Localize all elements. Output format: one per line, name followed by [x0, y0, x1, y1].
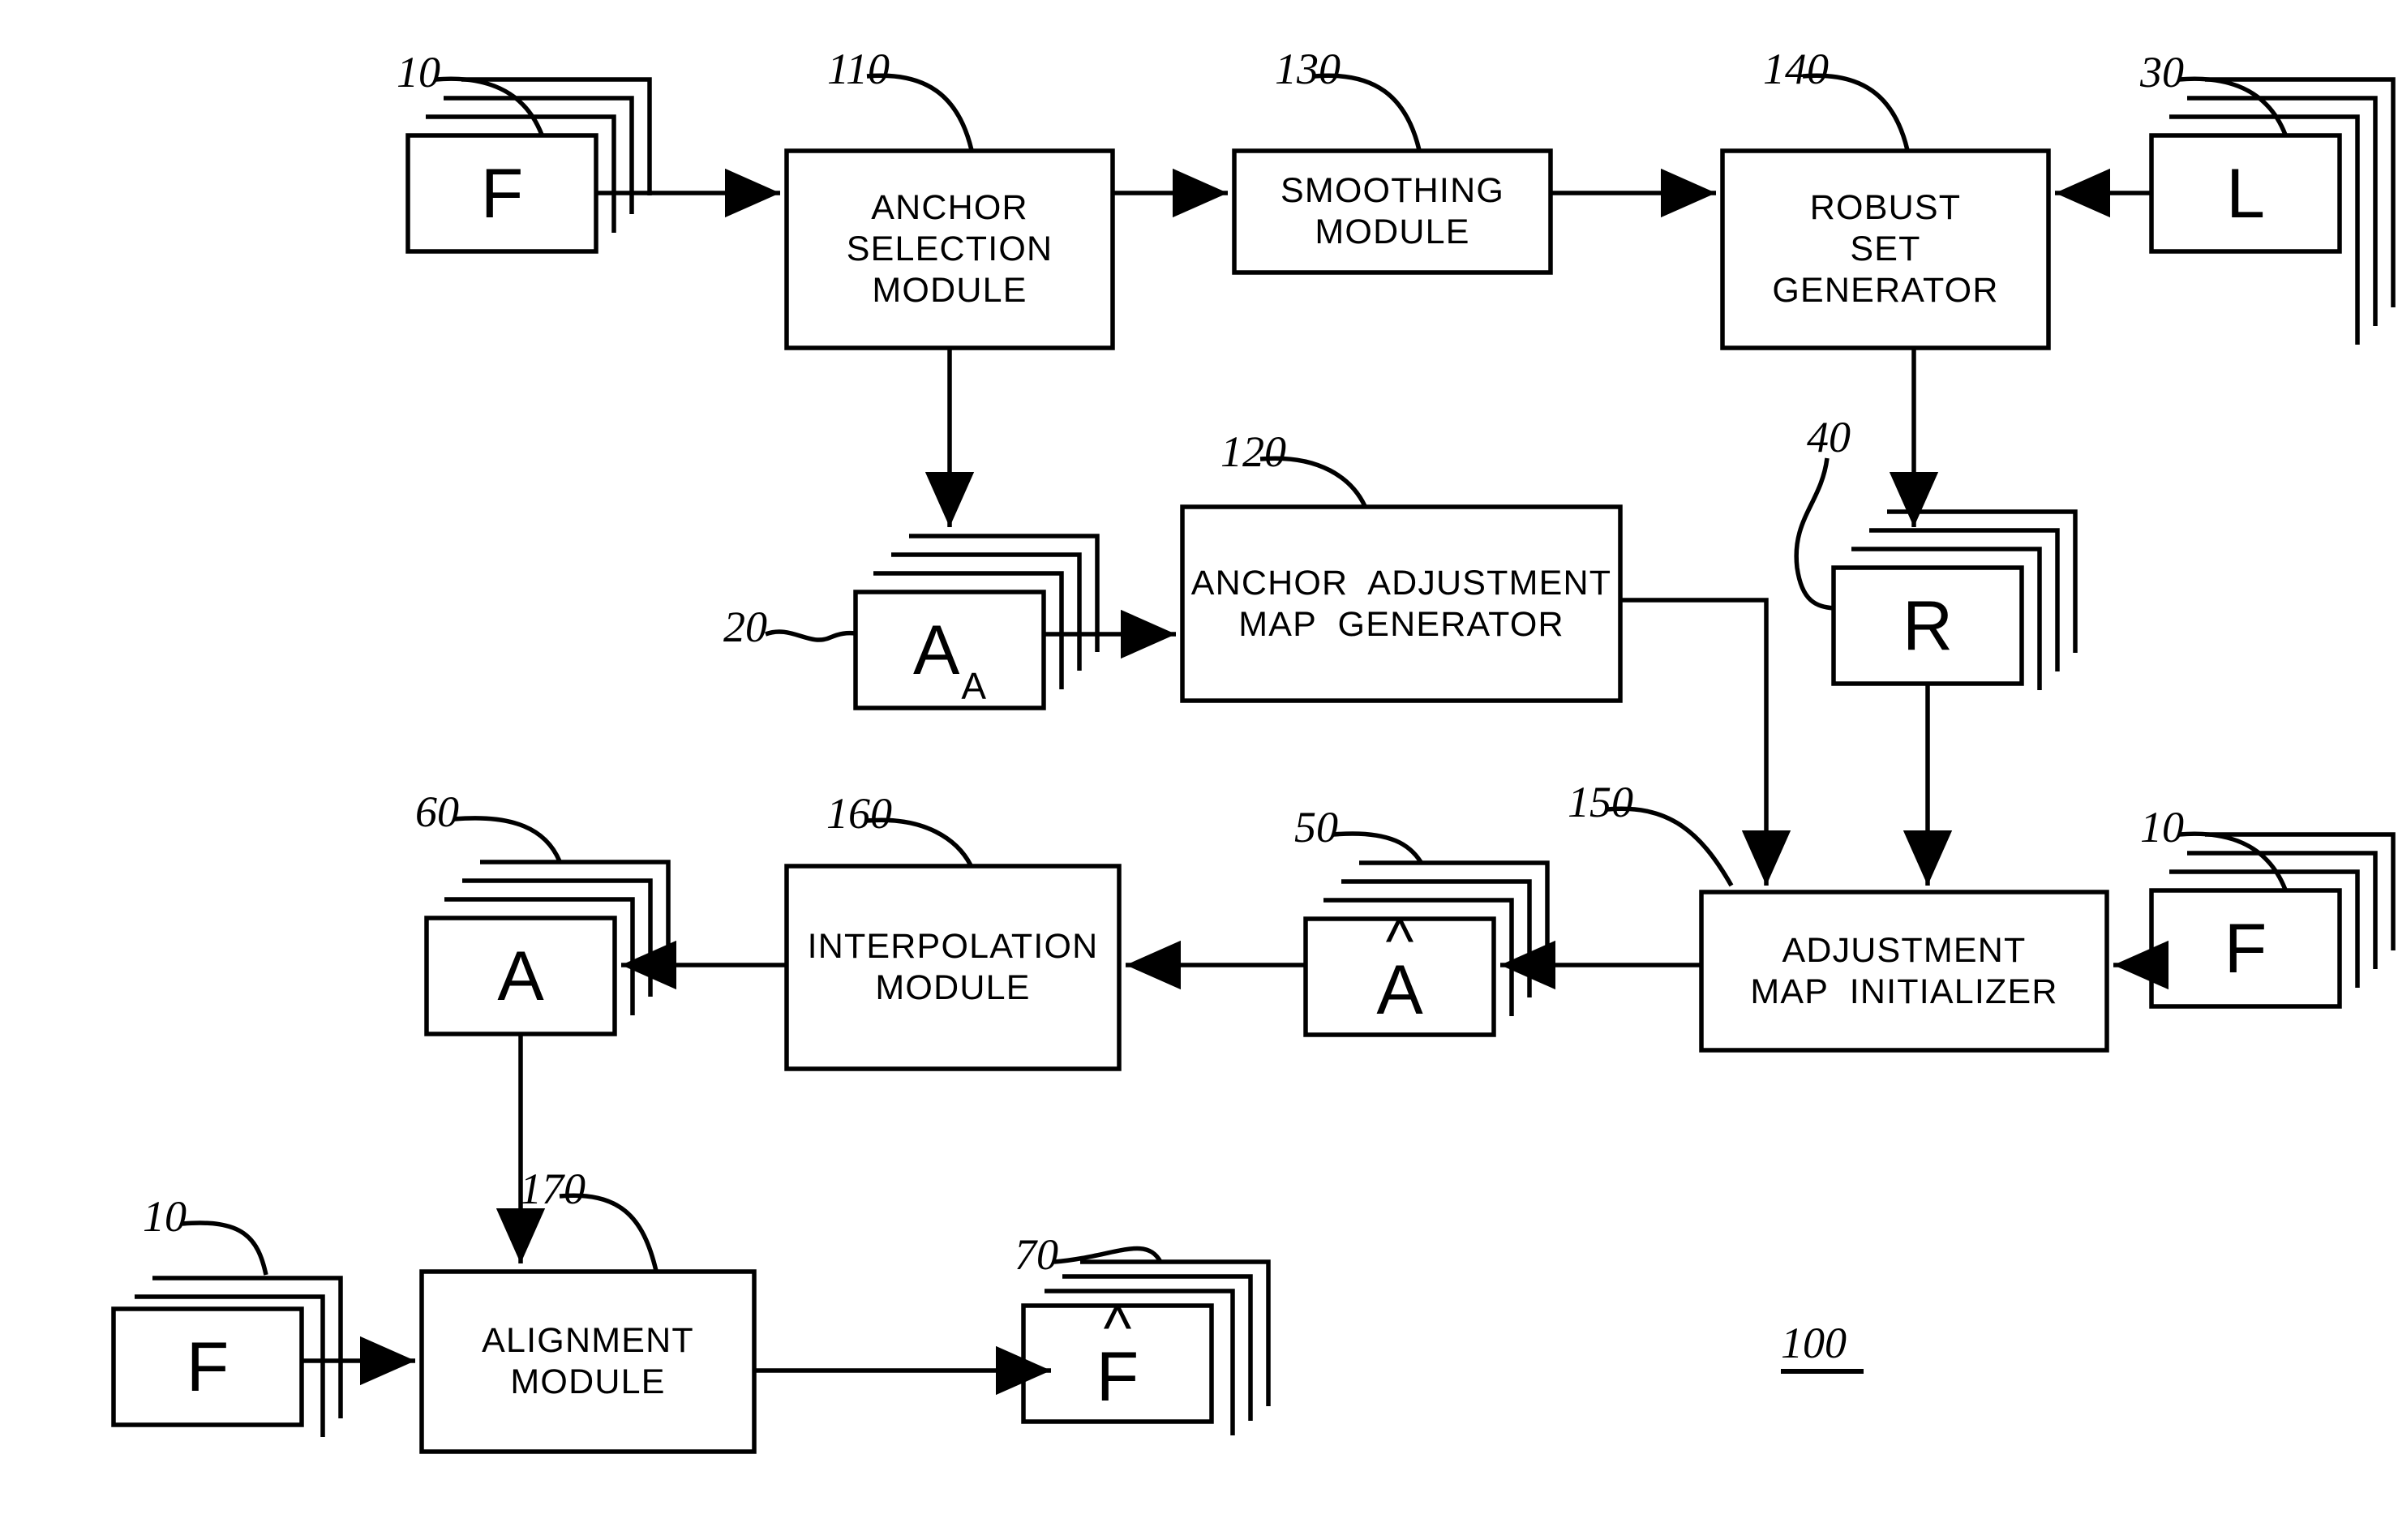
ref-numeral-10-bottom: 10	[143, 1192, 187, 1241]
stack-frames-output	[1021, 1259, 1271, 1435]
ref-numeral-70: 70	[1015, 1230, 1058, 1279]
box-alignment-module	[419, 1269, 757, 1454]
connector-adjustment-map-generator-to-initializer	[1620, 598, 1791, 886]
leader-30	[2178, 76, 2288, 136]
leader-50	[1332, 831, 1423, 864]
leader-10-bottom	[182, 1220, 268, 1276]
stack-anchor-maps	[853, 534, 1100, 710]
figure-reference-label: 100	[1781, 1319, 1847, 1367]
stack-lighting-input	[2149, 77, 2396, 345]
stack-frames-input-bottom	[111, 1276, 343, 1437]
ref-numeral-60: 60	[415, 787, 459, 836]
box-smoothing-module	[1232, 148, 1553, 275]
ref-numeral-160: 160	[826, 789, 892, 838]
ref-numeral-20: 20	[723, 603, 767, 651]
patent-figure-canvas: ANCHOR SELECTION MODULE SMOOTHING MODULE…	[0, 0, 2398, 1540]
box-robust-set-generator	[1720, 148, 2051, 350]
stack-frames-input-right	[2149, 832, 2396, 1009]
ref-numeral-140: 140	[1763, 45, 1829, 93]
stack-adjustment-maps-final	[424, 860, 671, 1036]
diagram-vector-layer	[111, 73, 2396, 1454]
stack-adjustment-maps-initial	[1303, 860, 1550, 1037]
leader-10-top	[435, 76, 544, 136]
ref-numeral-40: 40	[1807, 413, 1851, 461]
stack-frames-input-top	[405, 77, 652, 254]
ref-numeral-120: 120	[1220, 427, 1286, 476]
ref-numeral-110: 110	[827, 45, 890, 93]
box-adjustment-map-initializer	[1699, 890, 2109, 1053]
leader-20	[765, 629, 856, 642]
box-anchor-selection-module	[784, 148, 1115, 350]
box-anchor-adjustment-map-generator	[1180, 504, 1623, 703]
stack-robust-sets	[1831, 509, 2078, 690]
ref-numeral-10-right: 10	[2140, 803, 2184, 852]
ref-numeral-130: 130	[1275, 45, 1341, 93]
ref-numeral-30: 30	[2140, 48, 2184, 97]
ref-numeral-170: 170	[520, 1165, 586, 1213]
leader-10-right	[2178, 831, 2288, 891]
box-interpolation-module	[784, 864, 1122, 1071]
leader-60	[453, 816, 562, 863]
ref-numeral-10-top: 10	[397, 48, 440, 97]
leader-40	[1794, 457, 1834, 611]
ref-numeral-150: 150	[1568, 778, 1633, 826]
ref-numeral-50: 50	[1294, 803, 1338, 852]
